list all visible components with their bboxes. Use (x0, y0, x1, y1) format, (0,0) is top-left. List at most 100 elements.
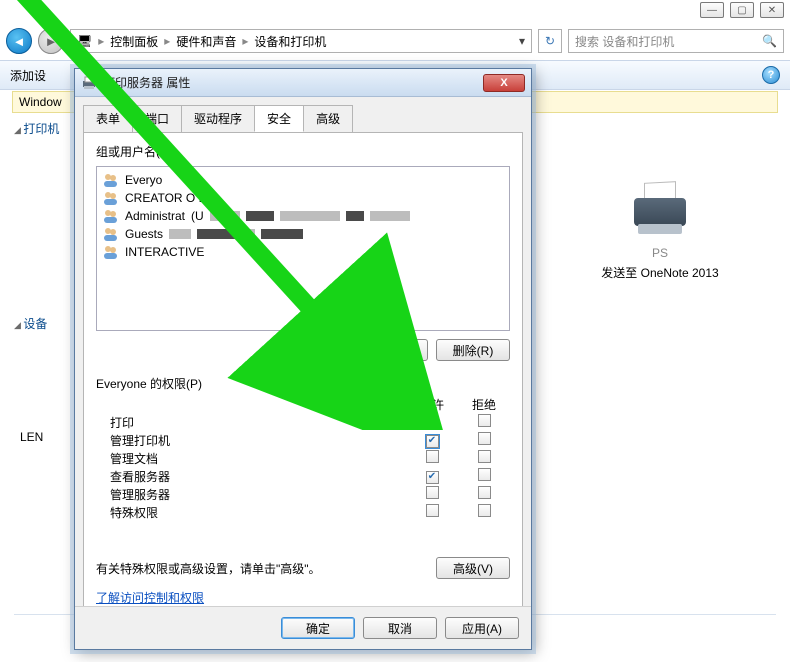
list-item[interactable]: Administrat (U (103, 207, 503, 225)
permission-row: 打印 ✔ (96, 413, 510, 431)
allow-checkbox[interactable]: ✔ (426, 417, 439, 430)
allow-checkbox[interactable] (426, 486, 439, 499)
category-printers[interactable]: 打印机 (14, 120, 74, 137)
address-dropdown-icon[interactable]: ▾ (519, 34, 525, 48)
address-bar[interactable]: 🖥 ▸ 控制面板 ▸ 硬件和声音 ▸ 设备和打印机 ▾ (70, 29, 532, 53)
deny-checkbox[interactable] (478, 450, 491, 463)
deny-checkbox[interactable] (478, 486, 491, 499)
dialog-close-button[interactable]: X (483, 74, 525, 92)
permission-name: 管理文档 (96, 450, 406, 467)
deny-checkbox[interactable] (478, 468, 491, 481)
permissions-grid: 允许 拒绝 打印✔管理打印机✔管理文档查看服务器✔管理服务器特殊权限 (96, 396, 510, 521)
allow-checkbox[interactable] (426, 450, 439, 463)
group-icon (103, 226, 119, 242)
deny-checkbox[interactable] (478, 414, 491, 427)
permission-row: 管理文档 (96, 449, 510, 467)
column-allow: 允许 (406, 396, 458, 413)
list-item[interactable]: INTERACTIVE (103, 243, 503, 261)
learn-access-control-link[interactable]: 了解访问控制和权限 (96, 589, 204, 606)
allow-checkbox[interactable] (426, 504, 439, 517)
redaction (280, 211, 340, 221)
column-deny: 拒绝 (458, 396, 510, 413)
remove-button[interactable]: 删除(R) (436, 339, 510, 361)
dialog-titlebar[interactable]: 打印服务器 属性 X (75, 69, 531, 97)
permission-row: 管理服务器 (96, 485, 510, 503)
control-panel-icon: 🖥 (77, 34, 92, 48)
help-icon[interactable]: ? (762, 66, 780, 84)
group-user-list[interactable]: Everyo CREATOR O ER Administrat (U Guest… (96, 166, 510, 331)
group-buttons-row: 添加(D)... 删除(R) (96, 339, 510, 361)
add-device-button[interactable]: 添加设 (10, 67, 46, 84)
permission-row: 特殊权限 (96, 503, 510, 521)
list-item[interactable]: Guests (103, 225, 503, 243)
permission-name: 打印 (96, 414, 406, 431)
search-box[interactable]: 搜索 设备和打印机 🔍 (568, 29, 784, 53)
device-label: LEN (20, 430, 43, 444)
list-item[interactable]: CREATOR O ER (103, 189, 503, 207)
tab-security[interactable]: 安全 (254, 105, 304, 132)
deny-checkbox[interactable] (478, 432, 491, 445)
item-label: Administrat (125, 209, 185, 223)
maximize-button[interactable]: ▢ (730, 2, 754, 18)
back-button[interactable]: ◄ (6, 28, 32, 54)
printer-label-onenote: 发送至 OneNote 2013 (590, 264, 730, 281)
redaction (241, 229, 255, 239)
minimize-button[interactable]: — (700, 2, 724, 18)
tab-forms[interactable]: 表单 (83, 105, 133, 132)
ok-button[interactable]: 确定 (281, 617, 355, 639)
deny-checkbox[interactable] (478, 504, 491, 517)
redaction (210, 211, 240, 221)
allow-checkbox[interactable]: ✔ (426, 435, 439, 448)
window-controls: — ▢ ✕ (700, 2, 784, 18)
tab-drivers[interactable]: 驱动程序 (181, 105, 255, 132)
apply-button[interactable]: 应用(A) (445, 617, 519, 639)
info-bar-text: Window (19, 95, 62, 109)
breadcrumb-sep: ▸ (164, 34, 170, 48)
allow-checkbox[interactable]: ✔ (426, 471, 439, 484)
permission-row: 查看服务器 ✔ (96, 467, 510, 485)
item-label: CREATOR O ER (125, 191, 215, 205)
redaction (169, 229, 191, 239)
breadcrumb-sep: ▸ (242, 34, 248, 48)
permission-name: 查看服务器 (96, 468, 406, 485)
breadcrumb-sep: ▸ (98, 34, 104, 48)
permissions-header: 允许 拒绝 (96, 396, 510, 413)
group-icon (103, 244, 119, 260)
close-button[interactable]: ✕ (760, 2, 784, 18)
item-label-mid: (U (191, 209, 204, 223)
security-tabpage: 组或用户名(G): Everyo CREATOR O ER Administra… (83, 132, 523, 630)
search-placeholder: 搜索 设备和打印机 (575, 33, 674, 50)
list-item[interactable]: Everyo (103, 171, 503, 189)
printer-item[interactable]: PS 发送至 OneNote 2013 (590, 180, 730, 281)
tab-strip: 表单 端口 驱动程序 安全 高级 (75, 97, 531, 132)
group-or-user-label: 组或用户名(G): (96, 143, 510, 160)
permission-name: 特殊权限 (96, 504, 406, 521)
redaction (346, 211, 364, 221)
print-server-properties-dialog: 打印服务器 属性 X 表单 端口 驱动程序 安全 高级 组或用户名(G): Ev… (74, 68, 532, 650)
refresh-button[interactable]: ↻ (538, 29, 562, 53)
advanced-hint: 有关特殊权限或高级设置，请单击"高级"。 (96, 560, 321, 577)
crumb-devices-printers[interactable]: 设备和打印机 (254, 33, 326, 50)
add-button[interactable]: 添加(D)... (354, 339, 428, 361)
crumb-control-panel[interactable]: 控制面板 (110, 33, 158, 50)
item-label: INTERACTIVE (125, 245, 204, 259)
advanced-button[interactable]: 高级(V) (436, 557, 510, 579)
printer-label-suffix: PS (590, 246, 730, 260)
printer-icon (624, 180, 696, 240)
tab-advanced[interactable]: 高级 (303, 105, 353, 132)
forward-button[interactable]: ► (38, 28, 64, 54)
tab-ports[interactable]: 端口 (132, 105, 182, 132)
cancel-button[interactable]: 取消 (363, 617, 437, 639)
search-icon: 🔍 (762, 34, 777, 48)
advanced-hint-row: 有关特殊权限或高级设置，请单击"高级"。 高级(V) (96, 557, 510, 579)
permission-name: 管理打印机 (96, 432, 406, 449)
redaction (261, 229, 303, 239)
dialog-button-row: 确定 取消 应用(A) (75, 606, 531, 649)
category-sidebar: 打印机 设备 (14, 120, 74, 340)
printer-icon (81, 75, 97, 91)
crumb-hardware-sound[interactable]: 硬件和声音 (176, 33, 236, 50)
category-devices[interactable]: 设备 (14, 315, 74, 332)
group-icon (103, 208, 119, 224)
group-icon (103, 190, 119, 206)
group-icon (103, 172, 119, 188)
